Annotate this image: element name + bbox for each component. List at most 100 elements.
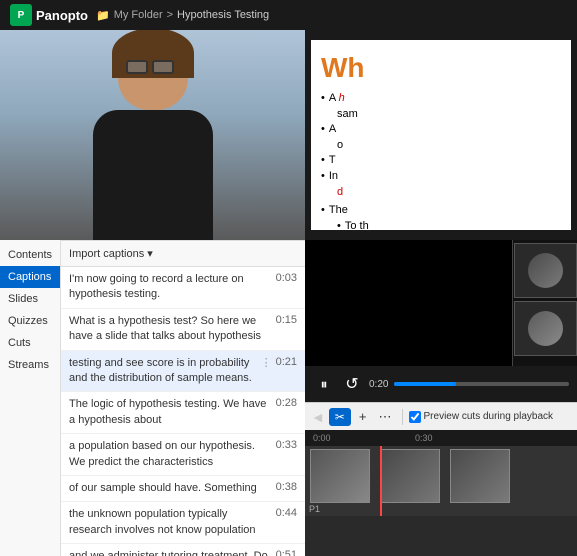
dropdown-arrow-icon: ▾ — [147, 247, 153, 260]
caption-text: The logic of hypothesis testing. We have… — [69, 397, 272, 428]
progress-bar[interactable] — [394, 382, 569, 386]
caption-item[interactable]: the unknown population typically researc… — [61, 502, 305, 544]
left-panel: Contents Captions Slides Quizzes Cuts St… — [0, 240, 305, 556]
slide-content: Wh • A h sam • A o • T • In — [311, 40, 571, 230]
captions-panel: Import captions ▾ I'm now going to recor… — [61, 240, 305, 556]
playback-area: ⏸ ↺ 0:20 ◄ ✂ + ⋯ Preview cuts during pla… — [305, 240, 577, 556]
sidebar-item-quizzes[interactable]: Quizzes — [0, 310, 60, 332]
captions-header: Import captions ▾ — [61, 241, 305, 267]
webcam-panel — [0, 30, 305, 240]
sidebar-item-captions[interactable]: Captions — [0, 266, 60, 288]
preview-cuts-checkbox[interactable] — [409, 411, 421, 423]
slide-bullet-4: • In — [321, 170, 561, 182]
slide-sub-the: • To th — [337, 220, 561, 230]
timeline-track[interactable]: P1 — [305, 446, 577, 516]
sub-1-text: sam — [337, 108, 358, 120]
current-time: 0:20 — [369, 379, 388, 390]
sidebar-item-slides[interactable]: Slides — [0, 288, 60, 310]
caption-time: 0:44 — [276, 507, 297, 519]
caption-menu-icon[interactable]: ⋮ — [261, 356, 272, 369]
breadcrumb-separator: > — [167, 9, 173, 21]
caption-time: 0:38 — [276, 481, 297, 493]
caption-time: 0:51 — [276, 549, 297, 556]
timeline-playhead[interactable] — [380, 446, 382, 516]
top-bar: P Panopto 📁 My Folder > Hypothesis Testi… — [0, 0, 577, 30]
webcam-feed — [0, 30, 305, 240]
caption-text: I'm now going to record a lecture on hyp… — [69, 272, 272, 303]
more-options-button[interactable]: ⋯ — [375, 407, 396, 427]
play-pause-button[interactable]: ⏸ — [313, 373, 335, 395]
caption-text: testing and see score is in probability … — [69, 356, 257, 387]
breadcrumb-folder[interactable]: My Folder — [114, 9, 163, 21]
caption-item[interactable]: of our sample should have. Something 0:3… — [61, 476, 305, 502]
folder-icon: 📁 — [96, 9, 110, 22]
caption-item[interactable]: and we administer tutoring treatment. Do… — [61, 544, 305, 556]
timeline-area[interactable]: 0:00 0:30 P1 — [305, 430, 577, 556]
slide-sub-4: d — [337, 186, 561, 198]
slide-sub-1: sam — [337, 108, 561, 120]
slide-section-2: • The • To th — [321, 204, 561, 230]
caption-time: 0:15 — [276, 314, 297, 326]
timeline-thumbnail — [310, 449, 370, 503]
caption-time: 0:28 — [276, 397, 297, 409]
bullet-2-text: A — [329, 123, 336, 135]
slide-bullet-the: • The — [321, 204, 561, 216]
sub-4-text: d — [337, 186, 343, 198]
breadcrumb-current: Hypothesis Testing — [177, 9, 269, 21]
app-logo: P Panopto — [10, 4, 88, 26]
sidebar-item-contents[interactable]: Contents — [0, 244, 60, 266]
bullet-4: • — [321, 170, 325, 182]
ruler-mark-0: 0:00 — [313, 433, 331, 443]
caption-text: of our sample should have. Something — [69, 481, 272, 496]
caption-time: 0:33 — [276, 439, 297, 451]
rewind-button[interactable]: ↺ — [341, 373, 363, 395]
timeline-thumbnail — [380, 449, 440, 503]
slide-bullet-1: • A h — [321, 92, 561, 104]
bullet-2: • — [321, 123, 325, 135]
controls-bar: ⏸ ↺ 0:20 — [305, 366, 577, 402]
toolbar-divider — [402, 409, 403, 425]
slide-panel: Wh • A h sam • A o • T • In — [305, 30, 577, 240]
preview-cuts-text: Preview cuts during playback — [424, 411, 554, 422]
slide-title: Wh — [321, 52, 561, 84]
slide-bullet-3: • T — [321, 154, 561, 166]
slide-sub-2: o — [337, 139, 561, 151]
caption-time: 0:21 — [276, 356, 297, 368]
bullet-1-text: A h — [329, 92, 345, 104]
bullet-4-text: In — [329, 170, 338, 182]
bullet-the-sub: • — [337, 220, 341, 230]
caption-text: a population based on our hypothesis. We… — [69, 439, 272, 470]
sidebar-item-streams[interactable]: Streams — [0, 354, 60, 376]
bullet-the: • — [321, 204, 325, 216]
slide-bullet-2: • A — [321, 123, 561, 135]
breadcrumb: 📁 My Folder > Hypothesis Testing — [96, 9, 269, 22]
sidebar: Contents Captions Slides Quizzes Cuts St… — [0, 240, 61, 556]
caption-item[interactable]: a population based on our hypothesis. We… — [61, 434, 305, 476]
caption-text: the unknown population typically researc… — [69, 507, 272, 538]
sidebar-item-cuts[interactable]: Cuts — [0, 332, 60, 354]
scissors-button[interactable]: ✂ — [329, 408, 351, 426]
add-cut-button[interactable]: + — [355, 407, 371, 426]
edit-toolbar: ◄ ✂ + ⋯ Preview cuts during playback — [305, 402, 577, 430]
nav-left-button[interactable]: ◄ — [311, 409, 325, 425]
timeline-ruler: 0:00 0:30 — [305, 430, 577, 446]
import-captions-button[interactable]: Import captions ▾ — [69, 247, 153, 260]
caption-text: and we administer tutoring treatment. Do… — [69, 549, 272, 556]
caption-item[interactable]: I'm now going to record a lecture on hyp… — [61, 267, 305, 309]
app-name: Panopto — [36, 8, 88, 23]
caption-item-active[interactable]: testing and see score is in probability … — [61, 351, 305, 393]
bottom-area: Contents Captions Slides Quizzes Cuts St… — [0, 240, 577, 556]
caption-item[interactable]: What is a hypothesis test? So here we ha… — [61, 309, 305, 351]
caption-time: 0:03 — [276, 272, 297, 284]
captions-list[interactable]: I'm now going to record a lecture on hyp… — [61, 267, 305, 556]
progress-fill — [394, 382, 455, 386]
preview-cuts-label[interactable]: Preview cuts during playback — [409, 411, 554, 423]
sub-2-text: o — [337, 139, 343, 151]
bullet-3: • — [321, 154, 325, 166]
playback-video — [305, 240, 577, 366]
bullet-the-text: The — [329, 204, 348, 216]
ruler-mark-30: 0:30 — [415, 433, 433, 443]
caption-text: What is a hypothesis test? So here we ha… — [69, 314, 272, 345]
sub-the-text: To th — [345, 220, 369, 230]
caption-item[interactable]: The logic of hypothesis testing. We have… — [61, 392, 305, 434]
